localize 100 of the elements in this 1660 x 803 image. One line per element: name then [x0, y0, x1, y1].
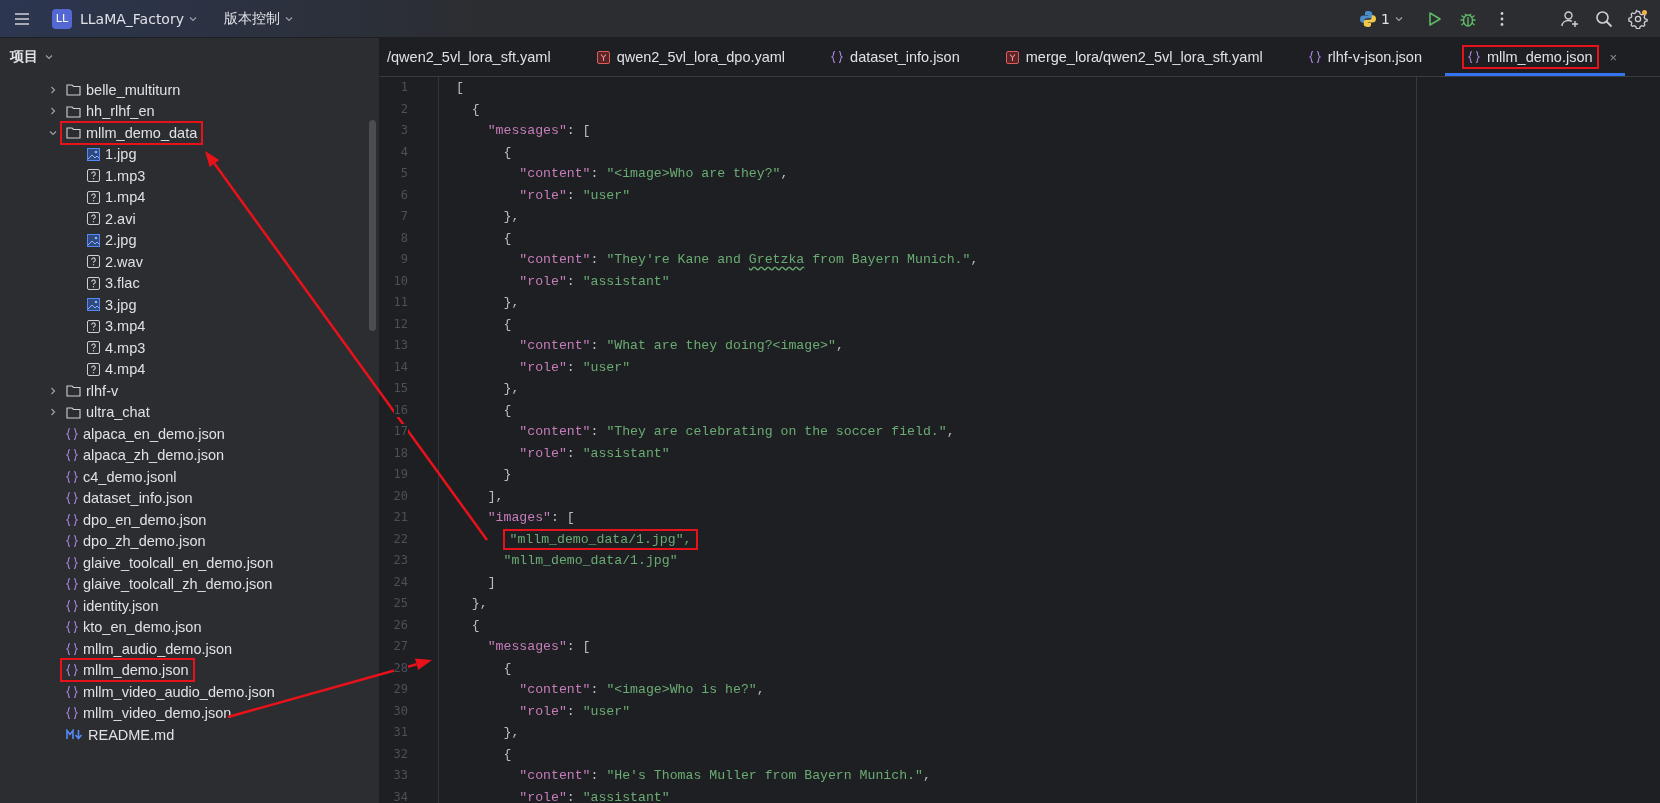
code-line: [	[456, 79, 464, 97]
code-line: },	[502, 724, 520, 742]
close-icon[interactable]: ×	[1609, 49, 1618, 65]
panel-title[interactable]: 项目	[10, 48, 38, 66]
code-line: },	[470, 595, 488, 613]
vcs-menu[interactable]: 版本控制	[218, 6, 300, 31]
tree-item[interactable]: mllm_audio_demo.json	[62, 638, 237, 659]
tree-item[interactable]: 1.mp3	[83, 165, 150, 186]
editor-tab[interactable]: mllm_demo.json ×	[1445, 38, 1626, 76]
tree-item[interactable]: belle_multiturn	[62, 79, 185, 100]
braces-icon	[66, 706, 78, 721]
editor-tab[interactable]: dataset_info.json	[808, 38, 983, 76]
image-file-icon	[87, 233, 100, 247]
code-line: "content": "<image>Who is he?",	[518, 681, 765, 699]
search-icon[interactable]	[1594, 8, 1614, 29]
tree-item[interactable]: hh_rlhf_en	[62, 101, 159, 122]
code-line: "messages": [	[486, 638, 591, 656]
braces-icon	[66, 620, 78, 635]
tree-item[interactable]: dpo_zh_demo.json	[62, 531, 210, 552]
code-line: {	[502, 659, 512, 678]
chevron-right-icon[interactable]	[48, 106, 58, 117]
tree-item[interactable]: alpaca_en_demo.json	[62, 423, 229, 444]
tree-item[interactable]: dpo_en_demo.json	[62, 509, 211, 530]
tree-item[interactable]: c4_demo.jsonl	[62, 466, 181, 487]
code-line: "content": "What are they doing?<image>",	[518, 337, 844, 355]
code-line: "role": "user"	[518, 702, 631, 721]
braces-icon	[66, 512, 78, 527]
tree-item[interactable]: mllm_video_demo.json	[62, 703, 236, 724]
code-line: "content": "They are celebrating on the soccer field.",	[518, 423, 955, 441]
tree-item[interactable]: 1.mp4	[83, 187, 150, 208]
chevron-right-icon[interactable]	[48, 84, 58, 95]
editor-tab[interactable]: /qwen2_5vl_lora_sft.yaml	[380, 38, 574, 76]
code-line: {	[502, 143, 512, 162]
code-line: {	[502, 401, 512, 420]
unknown-file-icon	[87, 362, 100, 376]
code-line: "role": "user"	[518, 186, 631, 205]
tree-item[interactable]: mllm_video_audio_demo.json	[62, 681, 279, 702]
editor-tab[interactable]: rlhf-v-json.json	[1285, 38, 1445, 76]
braces-icon	[66, 641, 78, 656]
folder-icon	[66, 405, 81, 419]
code-line: "images": [	[486, 509, 575, 527]
braces-icon	[66, 577, 78, 592]
braces-icon	[66, 426, 78, 441]
code-line: {	[502, 745, 512, 764]
chevron-right-icon[interactable]	[48, 385, 58, 396]
code-line: "role": "assistant"	[518, 788, 670, 803]
tree-item[interactable]: rlhf-v	[62, 380, 123, 401]
tree-item[interactable]: 2.jpg	[83, 230, 141, 251]
settings-icon[interactable]	[1628, 8, 1648, 29]
braces-icon	[66, 555, 78, 570]
scrollbar-thumb[interactable]	[369, 120, 376, 331]
tree-item[interactable]: mllm_demo.json	[62, 660, 193, 681]
tree-item[interactable]: 3.jpg	[83, 294, 141, 315]
unknown-file-icon	[87, 212, 100, 226]
code-line: },	[502, 294, 520, 312]
folder-icon	[66, 104, 81, 118]
run-config-selector[interactable]: 1	[1353, 6, 1410, 31]
tree-item[interactable]: 4.mp4	[83, 359, 150, 380]
tree-item[interactable]: alpaca_zh_demo.json	[62, 445, 229, 466]
chevron-right-icon[interactable]	[48, 407, 58, 418]
code-line: {	[470, 616, 480, 635]
tree-item[interactable]: kto_en_demo.json	[62, 617, 206, 638]
tree-item[interactable]: 3.mp4	[83, 316, 150, 337]
editor-tab[interactable]: merge_lora/qwen2_5vl_lora_sft.yaml	[982, 38, 1286, 76]
braces-icon	[1468, 50, 1480, 64]
unknown-file-icon	[87, 276, 100, 290]
unknown-file-icon	[87, 341, 100, 355]
braces-icon	[66, 534, 78, 549]
tree-item[interactable]: glaive_toolcall_zh_demo.json	[62, 574, 277, 595]
code-line: "role": "user"	[518, 358, 631, 377]
add-user-icon[interactable]	[1560, 8, 1580, 29]
code-line: {	[470, 100, 480, 119]
tree-item[interactable]: 1.jpg	[83, 144, 141, 165]
code-line: "content": "<image>Who are they?",	[518, 165, 789, 183]
tree-item[interactable]: 2.avi	[83, 208, 140, 229]
yaml-file-icon	[596, 50, 610, 64]
tree-item[interactable]: 2.wav	[83, 251, 147, 272]
braces-icon	[66, 663, 78, 678]
tree-item[interactable]: glaive_toolcall_en_demo.json	[62, 552, 278, 573]
tree-item[interactable]: identity.json	[62, 595, 163, 616]
tree-item[interactable]: README.md	[62, 724, 179, 745]
unknown-file-icon	[87, 190, 100, 204]
tree-item[interactable]: ultra_chat	[62, 402, 154, 423]
braces-icon	[66, 448, 78, 463]
code-line: "content": "They're Kane and Gretzka from Bayern Munich.",	[518, 251, 979, 269]
braces-icon	[1308, 50, 1321, 64]
image-file-icon	[87, 147, 100, 161]
braces-icon	[66, 684, 78, 699]
project-menu[interactable]: LL LLaMA_Factory	[46, 5, 204, 32]
code-line: "role": "assistant"	[518, 444, 670, 463]
braces-icon	[66, 598, 78, 613]
code-line: "role": "assistant"	[518, 272, 670, 291]
braces-icon	[66, 491, 78, 506]
tree-item[interactable]: 4.mp3	[83, 337, 150, 358]
tree-item[interactable]: mllm_demo_data	[62, 122, 202, 143]
code-line: "mllm_demo_data/1.jpg"	[502, 552, 678, 570]
tree-item[interactable]: 3.flac	[83, 273, 144, 294]
tree-item[interactable]: dataset_info.json	[62, 488, 197, 509]
editor-tab[interactable]: qwen2_5vl_lora_dpo.yaml	[573, 38, 809, 76]
code-line: ],	[486, 487, 504, 506]
